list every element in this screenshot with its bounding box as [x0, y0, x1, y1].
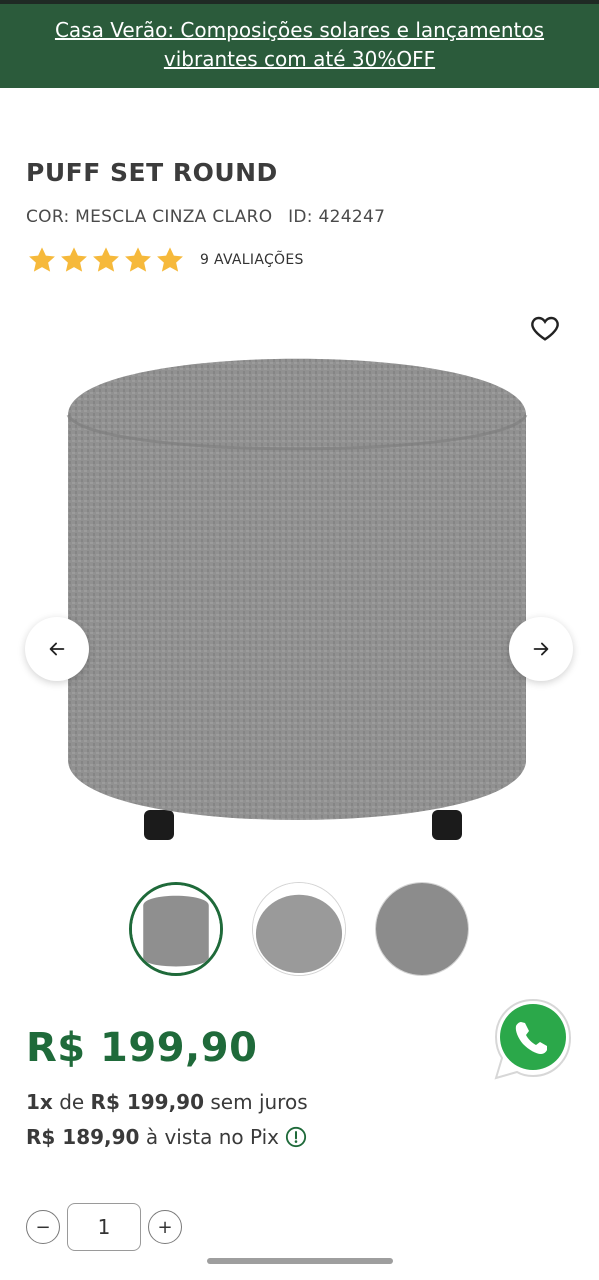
info-circle-icon[interactable]: [285, 1126, 307, 1148]
decrease-quantity-button[interactable]: −: [26, 1210, 60, 1244]
installments-connector: de: [59, 1090, 85, 1114]
installments-value: R$ 199,90: [90, 1090, 205, 1114]
installments-suffix: sem juros: [210, 1090, 308, 1114]
pix-suffix: à vista no Pix: [145, 1125, 279, 1149]
thumbnail-1[interactable]: [129, 882, 223, 976]
carousel-prev-button[interactable]: [25, 617, 89, 681]
star-icon: [93, 247, 119, 272]
whatsapp-button[interactable]: [490, 996, 576, 1082]
star-icon: [61, 247, 87, 272]
promo-banner-link[interactable]: Casa Verão: Composições solares e lançam…: [0, 4, 599, 88]
installments-info: 1x de R$ 199,90 sem juros: [26, 1090, 308, 1114]
product-id: ID: 424247: [288, 207, 386, 227]
installments-count: 1x: [26, 1090, 53, 1114]
carousel-next-button[interactable]: [509, 617, 573, 681]
arrow-right-icon: [533, 642, 549, 656]
star-icon: [157, 247, 183, 272]
rating[interactable]: 9 AVALIAÇÕES: [26, 242, 304, 278]
thumbnail-3[interactable]: [375, 882, 469, 976]
reviews-count-link[interactable]: 9 AVALIAÇÕES: [200, 252, 304, 268]
star-rating: [26, 244, 186, 276]
product-price: R$ 199,90: [26, 1025, 258, 1071]
increase-quantity-button[interactable]: +: [148, 1210, 182, 1244]
pix-price-info: R$ 189,90 à vista no Pix: [26, 1125, 307, 1149]
quantity-stepper: − 1 +: [26, 1203, 182, 1251]
product-image: [66, 358, 528, 840]
product-meta: COR: MESCLA CINZA CLARO ID: 424247: [26, 207, 395, 227]
quantity-input[interactable]: 1: [67, 1203, 141, 1251]
color-label: COR: MESCLA CINZA CLARO: [26, 207, 273, 227]
arrow-left-icon: [49, 642, 65, 656]
thumbnail-2[interactable]: [252, 882, 346, 976]
product-title: PUFF SET ROUND: [26, 158, 278, 187]
star-icon: [125, 247, 151, 272]
pix-value: R$ 189,90: [26, 1125, 140, 1149]
home-indicator: [207, 1258, 393, 1264]
star-icon: [29, 247, 55, 272]
